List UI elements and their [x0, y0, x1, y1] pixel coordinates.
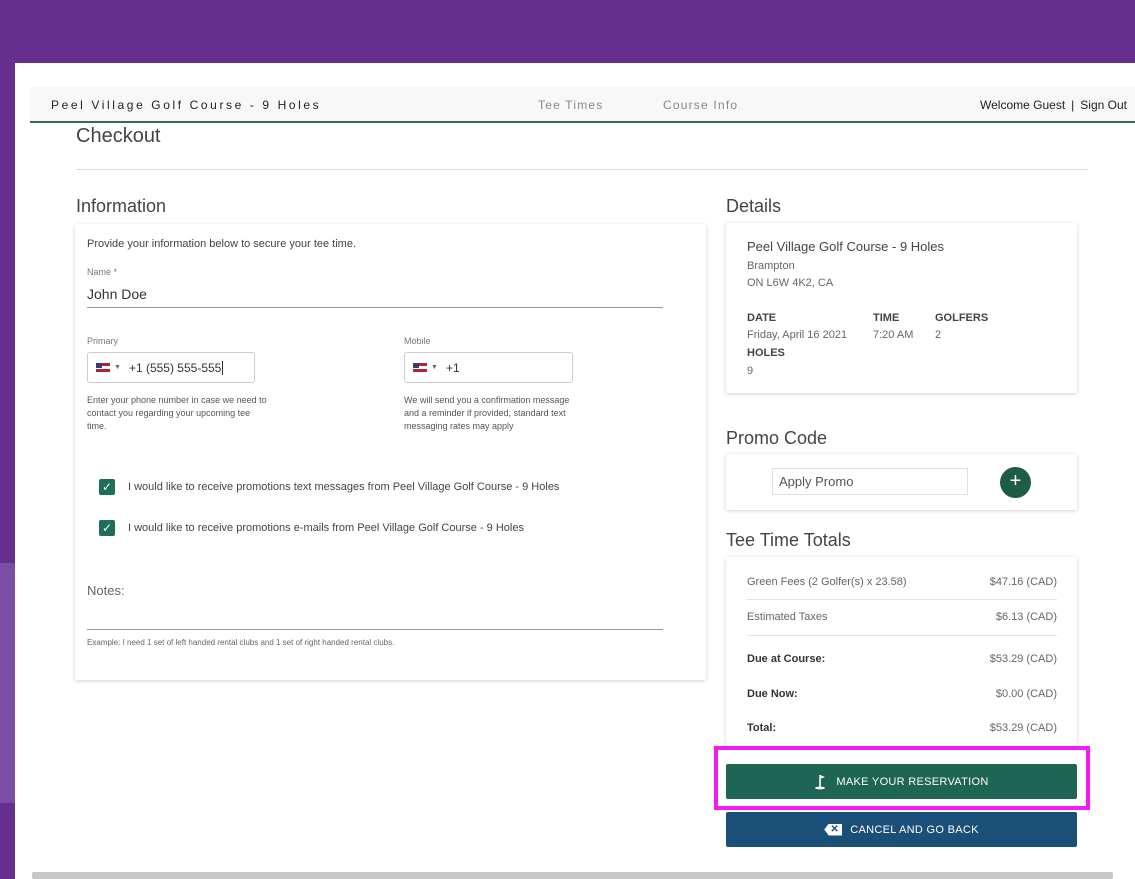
sms-opt-in-label[interactable]: I would like to receive promotions text …: [128, 481, 559, 493]
welcome-text: Welcome Guest: [980, 98, 1066, 112]
sms-opt-in-checkbox[interactable]: ✓: [99, 479, 115, 495]
chevron-down-icon[interactable]: ▼: [114, 364, 121, 371]
email-opt-in-checkbox[interactable]: ✓: [99, 520, 115, 536]
page-title: Checkout: [76, 125, 161, 147]
green-fees-label: Green Fees (2 Golfer(s) x 23.58): [747, 576, 907, 588]
promo-card: Apply Promo +: [726, 454, 1077, 510]
totals-card: Green Fees (2 Golfer(s) x 23.58) $47.16 …: [726, 557, 1077, 746]
notes-underline: [87, 629, 663, 630]
total-value: $53.29 (CAD): [989, 722, 1057, 734]
nav-course-info[interactable]: Course Info: [663, 98, 738, 112]
cancel-button[interactable]: ✕ CANCEL AND GO BACK: [726, 812, 1077, 847]
date-label: DATE: [747, 312, 777, 324]
details-title: Details: [726, 196, 782, 216]
name-label: Name *: [87, 267, 118, 277]
nav-tee-times[interactable]: Tee Times: [538, 98, 604, 112]
green-fees-value: $47.16 (CAD): [989, 576, 1057, 588]
time-value: 7:20 AM: [873, 329, 914, 341]
information-card: Provide your information below to secure…: [75, 224, 706, 680]
totals-title: Tee Time Totals: [726, 530, 851, 550]
primary-phone-input[interactable]: +1 (555) 555-555: [129, 360, 224, 375]
primary-phone-label: Primary: [87, 336, 118, 346]
information-title: Information: [76, 196, 167, 216]
make-reservation-label[interactable]: MAKE YOUR RESERVATION: [836, 776, 988, 788]
totals-divider: [747, 635, 1057, 636]
details-postal: ON L6W 4K2, CA: [747, 277, 834, 289]
us-flag-icon[interactable]: [413, 363, 427, 372]
horizontal-scrollbar[interactable]: [32, 872, 1113, 879]
user-menu: Welcome Guest | Sign Out: [980, 98, 1127, 112]
holes-value: 9: [747, 365, 754, 377]
make-reservation-button[interactable]: MAKE YOUR RESERVATION: [726, 764, 1077, 799]
name-input[interactable]: John Doe: [87, 286, 147, 302]
golfers-label: GOLFERS: [935, 312, 989, 324]
promo-code-input[interactable]: Apply Promo: [772, 468, 968, 495]
sms-opt-in-row[interactable]: ✓ I would like to receive promotions tex…: [99, 479, 559, 495]
email-opt-in-label[interactable]: I would like to receive promotions e-mai…: [128, 522, 524, 534]
details-course-name: Peel Village Golf Course - 9 Holes: [747, 239, 945, 254]
due-now-value: $0.00 (CAD): [995, 688, 1057, 700]
cancel-label[interactable]: CANCEL AND GO BACK: [850, 824, 978, 836]
nav-separator: |: [1071, 98, 1075, 112]
checkout-page: Peel Village Golf Course - 9 Holes Tee T…: [15, 63, 1135, 879]
add-promo-button[interactable]: +: [1000, 467, 1031, 498]
information-intro: Provide your information below to secure…: [87, 238, 357, 250]
primary-phone-hint: Enter your phone number in case we need …: [87, 395, 267, 431]
mobile-phone-input[interactable]: +1: [446, 361, 460, 375]
date-value: Friday, April 16 2021: [747, 329, 848, 341]
time-label: TIME: [873, 312, 900, 324]
details-city: Brampton: [747, 260, 795, 272]
promo-title: Promo Code: [726, 428, 828, 448]
title-divider: [76, 169, 1088, 170]
taxes-label: Estimated Taxes: [747, 611, 828, 623]
total-label: Total:: [747, 722, 777, 734]
due-at-course-value: $53.29 (CAD): [989, 653, 1057, 665]
mobile-phone-label: Mobile: [404, 336, 431, 346]
golf-flag-icon: [814, 774, 828, 790]
top-navbar: Peel Village Golf Course - 9 Holes Tee T…: [30, 87, 1135, 123]
primary-phone-field[interactable]: ▼ +1 (555) 555-555: [87, 352, 255, 383]
taxes-value: $6.13 (CAD): [995, 611, 1057, 623]
due-now-label: Due Now:: [747, 688, 798, 700]
due-at-course-label: Due at Course:: [747, 653, 826, 665]
name-underline: [87, 307, 663, 308]
us-flag-icon[interactable]: [96, 363, 110, 372]
golfers-value: 2: [935, 329, 942, 341]
sign-out-link[interactable]: Sign Out: [1080, 98, 1127, 112]
details-card: Peel Village Golf Course - 9 Holes Bramp…: [726, 223, 1077, 393]
chevron-down-icon[interactable]: ▼: [431, 364, 438, 371]
backspace-icon: ✕: [824, 823, 843, 836]
notes-hint: Example: I need 1 set of left handed ren…: [87, 638, 395, 647]
background-band: [0, 563, 15, 803]
mobile-phone-field[interactable]: ▼ +1: [404, 352, 573, 383]
holes-label: HOLES: [747, 347, 785, 359]
email-opt-in-row[interactable]: ✓ I would like to receive promotions e-m…: [99, 520, 524, 536]
mobile-phone-hint: We will send you a confirmation message …: [404, 395, 570, 431]
brand-link[interactable]: Peel Village Golf Course - 9 Holes: [51, 98, 321, 112]
notes-input[interactable]: Notes:: [87, 583, 125, 598]
totals-divider: [747, 599, 1057, 600]
